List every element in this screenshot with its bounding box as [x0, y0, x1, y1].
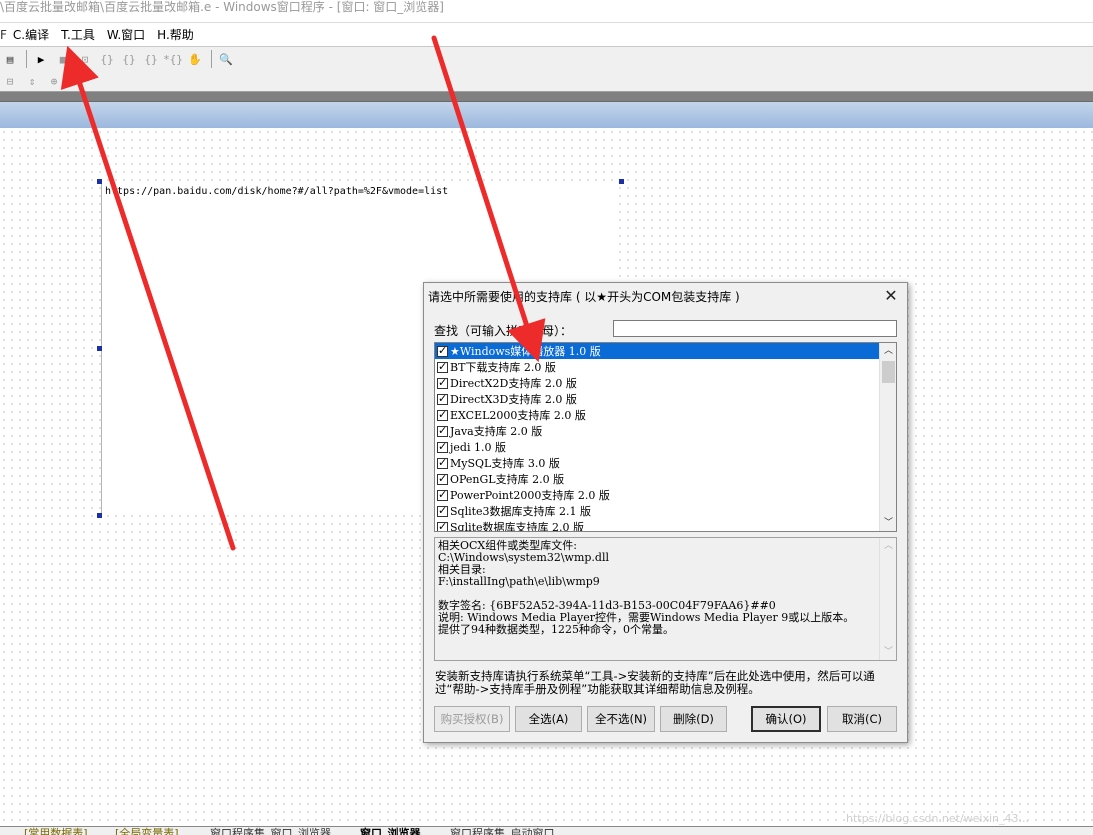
selection-handle[interactable] [97, 346, 102, 351]
hand-icon[interactable]: ✋ [185, 49, 205, 69]
menu-fragment[interactable]: F [0, 28, 7, 42]
select-all-button[interactable]: 全选(A) [515, 706, 582, 732]
library-item[interactable]: Sqlite数据库支持库 2.0 版 [435, 519, 879, 532]
checkbox-icon[interactable] [437, 440, 448, 453]
library-item-label: DirectX2D支持库 2.0 版 [450, 377, 577, 390]
close-icon[interactable]: ✕ [881, 286, 901, 306]
library-item[interactable]: PowerPoint2000支持库 2.0 版 [435, 487, 879, 503]
step-icon[interactable]: ⊡ [75, 49, 95, 69]
menu-window[interactable]: W.窗口 [107, 26, 145, 43]
splitter-bar[interactable] [0, 92, 1093, 102]
selection-handle[interactable] [619, 179, 624, 184]
library-item[interactable]: BT下载支持库 2.0 版 [435, 359, 879, 375]
install-note: 安装新支持库请执行系统菜单“工具->安装新的支持库”后在此处选中使用，然后可以通… [435, 669, 875, 696]
url-text: https://pan.baidu.com/disk/home?#/all?pa… [105, 186, 449, 197]
library-item[interactable]: jedi 1.0 版 [435, 439, 879, 455]
toolbar-row-1: ▤ ▶ ■ ⊡ {} {} {} *{} ✋ 🔍 [0, 48, 238, 70]
scroll-up-icon[interactable]: ︿ [880, 343, 896, 359]
center-icon[interactable]: ⊕ [44, 71, 64, 91]
library-item-label: ★Windows媒体播放器 1.0 版 [450, 345, 601, 358]
library-item[interactable]: EXCEL2000支持库 2.0 版 [435, 407, 879, 423]
step-over-icon[interactable]: {} [119, 49, 139, 69]
toolbar: ▤ ▶ ■ ⊡ {} {} {} *{} ✋ 🔍 ⊟ ⇕ ⊕ [0, 46, 1093, 92]
scroll-down-icon[interactable]: ﹀ [880, 644, 896, 660]
buy-license-button[interactable]: 购买授权(B) [434, 706, 510, 732]
library-item-label: DirectX3D支持库 2.0 版 [450, 393, 577, 406]
checkbox-icon[interactable] [437, 392, 448, 405]
selection-handle[interactable] [97, 513, 102, 518]
watermark: https://blog.csdn.net/weixin_43... [846, 812, 1030, 825]
library-item[interactable]: MySQL支持库 3.0 版 [435, 455, 879, 471]
bottom-tab[interactable]: [全局变量表] [115, 827, 179, 835]
menu-help[interactable]: H.帮助 [157, 26, 194, 43]
select-none-button[interactable]: 全不选(N) [587, 706, 655, 732]
dialog-title: 请选中所需要使用的支持库 ( 以★开头为COM包装支持库 ) [424, 283, 907, 309]
bottom-tab[interactable]: 窗口程序集_启动窗口 [450, 827, 555, 835]
library-item[interactable]: DirectX3D支持库 2.0 版 [435, 391, 879, 407]
library-item-label: BT下载支持库 2.0 版 [450, 361, 556, 374]
resize-v-icon[interactable]: ⇕ [22, 71, 42, 91]
run-to-icon[interactable]: *{} [163, 49, 183, 69]
search-lib-icon[interactable]: 🔍 [216, 49, 236, 69]
search-input[interactable] [613, 320, 897, 337]
bottom-tabs: [常用数据表] [全局变量表] 窗口程序集_窗口_浏览器 窗口_浏览器 窗口程序集_启动… [0, 826, 1093, 835]
library-item-label: Sqlite数据库支持库 2.0 版 [450, 521, 585, 532]
scroll-down-icon[interactable]: ﹀ [880, 515, 896, 531]
library-info: 相关OCX组件或类型库文件: C:\Windows\system32\wmp.dl… [434, 537, 897, 661]
library-item-label: OPenGL支持库 2.0 版 [450, 473, 565, 486]
bottom-tab[interactable]: 窗口程序集_窗口_浏览器 [210, 827, 331, 835]
step-into-icon[interactable]: {} [97, 49, 117, 69]
scroll-thumb[interactable] [882, 361, 895, 383]
info-scrollbar[interactable]: ︿ ﹀ [879, 538, 896, 660]
library-item[interactable]: Java支持库 2.0 版 [435, 423, 879, 439]
toolbar-separator [26, 50, 27, 68]
info-line: 提供了94种数据类型，1225种命令，0个常量。 [438, 623, 674, 636]
library-item-label: EXCEL2000支持库 2.0 版 [450, 409, 586, 422]
checkbox-icon[interactable] [437, 424, 448, 437]
stop-icon[interactable]: ■ [53, 49, 73, 69]
bottom-tab[interactable]: 窗口_浏览器 [360, 827, 421, 835]
checkbox-icon[interactable] [437, 504, 448, 517]
info-line: F:\installIng\path\e\lib\wmp9 [438, 575, 600, 588]
window-title: \百度云批量改邮箱\百度云批量改邮箱.e - Windows窗口程序 - [窗口… [0, 0, 1093, 17]
scroll-up-icon[interactable]: ︿ [880, 538, 896, 554]
menu-bar: F C.编译 T.工具 W.窗口 H.帮助 [0, 22, 1093, 46]
dialog-title-text: 请选中所需要使用的支持库 ( 以★开头为COM包装支持库 ) [428, 289, 740, 304]
form-caption-bar [0, 102, 1093, 128]
library-item-label: PowerPoint2000支持库 2.0 版 [450, 489, 610, 502]
library-item[interactable]: ★Windows媒体播放器 1.0 版 [435, 343, 879, 359]
checkbox-icon[interactable] [437, 488, 448, 501]
run-icon[interactable]: ▶ [31, 49, 51, 69]
checkbox-icon[interactable] [437, 344, 448, 357]
library-item[interactable]: OPenGL支持库 2.0 版 [435, 471, 879, 487]
library-dialog: 请选中所需要使用的支持库 ( 以★开头为COM包装支持库 ) ✕ 查找（可输入拼… [423, 282, 908, 743]
cancel-button[interactable]: 取消(C) [827, 706, 897, 732]
toolbar-row-2: ⊟ ⇕ ⊕ [0, 70, 66, 92]
library-list[interactable]: ★Windows媒体播放器 1.0 版 BT下载支持库 2.0 版 DirectX2… [434, 342, 897, 532]
search-label: 查找（可输入拼音字母）： [434, 324, 573, 338]
toolbar-separator [211, 50, 212, 68]
checkbox-icon[interactable] [437, 376, 448, 389]
selection-handle[interactable] [97, 179, 102, 184]
list-scrollbar[interactable]: ︿ ﹀ [879, 343, 896, 531]
ok-button[interactable]: 确认(O) [751, 706, 821, 732]
library-item[interactable]: DirectX2D支持库 2.0 版 [435, 375, 879, 391]
library-item-label: Sqlite3数据库支持库 2.1 版 [450, 505, 592, 518]
form-icon[interactable]: ▤ [0, 49, 20, 69]
delete-button[interactable]: 删除(D) [660, 706, 727, 732]
checkbox-icon[interactable] [437, 472, 448, 485]
menu-tools[interactable]: T.工具 [61, 26, 95, 43]
bottom-tab[interactable]: [常用数据表] [24, 827, 88, 835]
checkbox-icon[interactable] [437, 520, 448, 531]
align-icon[interactable]: ⊟ [0, 71, 20, 91]
menu-compile[interactable]: C.编译 [13, 26, 49, 43]
checkbox-icon[interactable] [437, 408, 448, 421]
library-item-label: jedi 1.0 版 [450, 441, 506, 454]
library-item[interactable]: Sqlite3数据库支持库 2.1 版 [435, 503, 879, 519]
checkbox-icon[interactable] [437, 360, 448, 373]
library-item-label: MySQL支持库 3.0 版 [450, 457, 560, 470]
checkbox-icon[interactable] [437, 456, 448, 469]
library-item-label: Java支持库 2.0 版 [450, 425, 543, 438]
step-out-icon[interactable]: {} [141, 49, 161, 69]
